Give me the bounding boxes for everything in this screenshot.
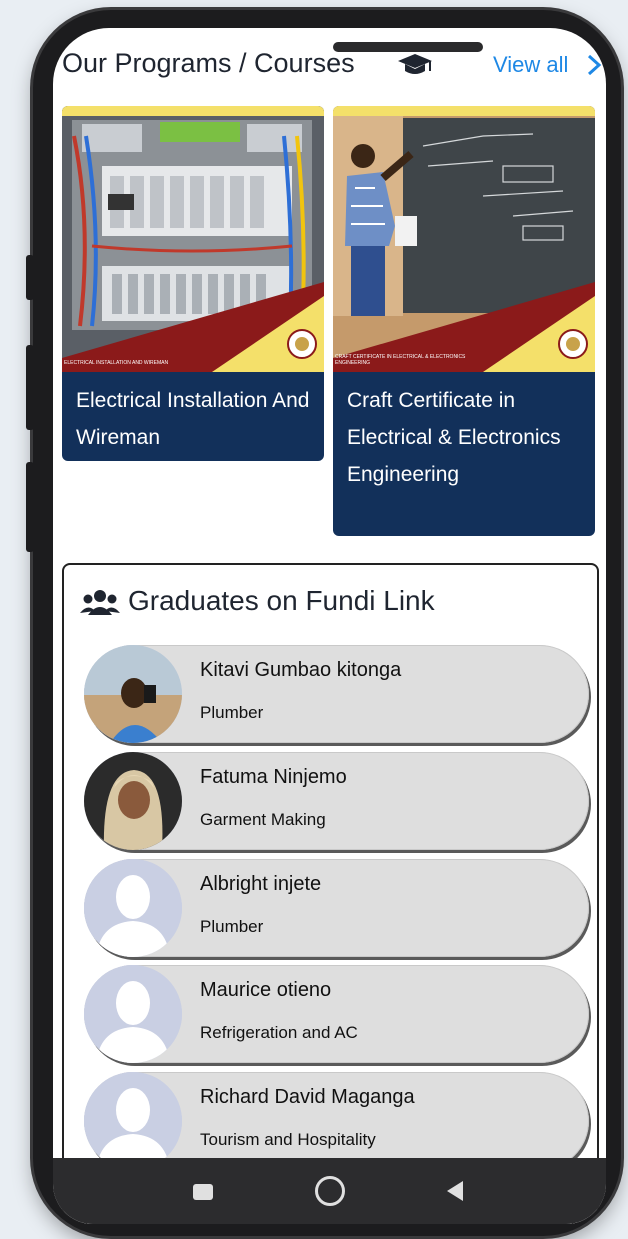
view-all-link[interactable]: View all [493,52,568,78]
screen: Our Programs / Courses View all ELECTRIC… [53,28,606,1224]
graduate-row[interactable]: Fatuma Ninjemo Garment Making [84,752,589,850]
avatar [84,645,182,743]
system-nav-bar [53,1158,606,1224]
recent-apps-button[interactable] [193,1184,213,1200]
avatar-placeholder [84,965,182,1063]
graduate-trade: Garment Making [200,810,326,829]
home-button[interactable] [315,1176,345,1206]
graduate-name: Fatuma Ninjemo [200,766,347,788]
graduate-row[interactable]: Kitavi Gumbao kitonga Plumber [84,645,589,743]
course-card-electrical-installation[interactable]: ELECTRICAL INSTALLATION AND WIREMAN Elec… [62,106,324,461]
programs-header: Our Programs / Courses View all [53,44,606,90]
avatar-photo [84,645,182,743]
back-button[interactable] [445,1180,465,1202]
page-title: Our Programs / Courses [62,48,355,78]
graduate-name: Kitavi Gumbao kitonga [200,659,402,681]
avatar-photo [84,752,182,850]
course-banner-text: CRAFT CERTIFICATE IN ELECTRICAL & ELECTR… [335,354,466,366]
users-icon [80,590,120,615]
user-silhouette-icon [84,965,182,1063]
avatar-placeholder [84,859,182,957]
course-card-craft-certificate[interactable]: CRAFT CERTIFICATE IN ELECTRICAL & ELECTR… [333,106,595,536]
volume-up-button [26,255,34,300]
graduation-cap-icon [398,54,432,74]
power-button [26,462,34,552]
course-image-electrical-panel [62,106,324,372]
course-banner-text: ELECTRICAL INSTALLATION AND WIREMAN [64,360,169,366]
chevron-right-icon[interactable] [586,54,604,76]
course-image-blackboard [333,106,595,372]
user-silhouette-icon [84,1072,182,1170]
graduate-trade: Tourism and Hospitality [200,1130,376,1149]
volume-down-button [26,345,34,430]
course-title: Electrical Installation And Wireman [76,389,310,449]
graduate-row[interactable]: Maurice otieno Refrigeration and AC [84,965,589,1063]
graduate-name: Albright injete [200,873,322,895]
graduate-trade: Refrigeration and AC [200,1023,358,1042]
graduate-name: Maurice otieno [200,979,332,1001]
graduate-trade: Plumber [200,917,264,936]
graduate-name: Richard David Maganga [200,1086,415,1108]
graduate-row[interactable]: Richard David Maganga Tourism and Hospit… [84,1072,589,1170]
graduate-row[interactable]: Albright injete Plumber [84,859,589,957]
graduates-title: Graduates on Fundi Link [128,585,435,616]
user-silhouette-icon [84,859,182,957]
avatar-placeholder [84,1072,182,1170]
avatar [84,752,182,850]
graduate-trade: Plumber [200,703,264,722]
graduates-panel: Graduates on Fundi Link Kitavi Gumbao ki… [62,563,599,1224]
course-title: Craft Certificate in Electrical & Electr… [347,389,561,486]
